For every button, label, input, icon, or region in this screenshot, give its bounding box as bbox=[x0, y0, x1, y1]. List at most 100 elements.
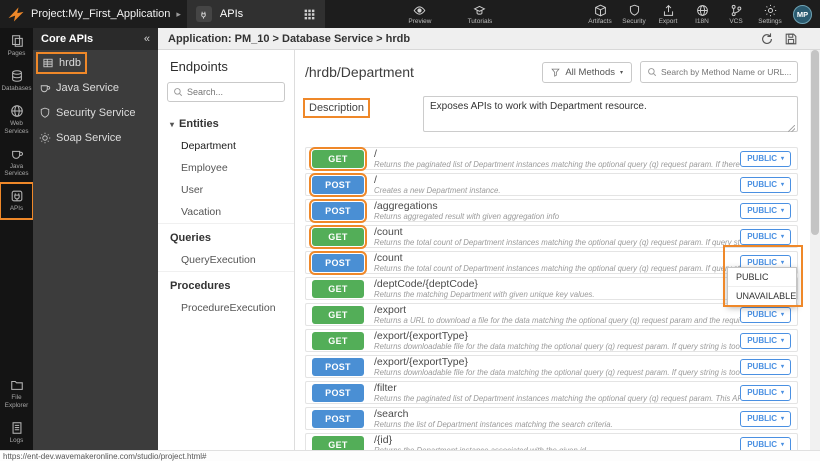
visibility-dropdown-button[interactable]: PUBLIC▾ bbox=[740, 203, 791, 219]
endpoints-search-input[interactable] bbox=[187, 87, 279, 97]
databases-icon bbox=[10, 69, 24, 83]
endpoint-item-user[interactable]: User bbox=[158, 179, 294, 201]
visibility-dropdown-button[interactable]: PUBLIC▾ bbox=[740, 437, 791, 451]
scrollbar-thumb[interactable] bbox=[811, 50, 819, 235]
visibility-dropdown-button[interactable]: PUBLIC▾ bbox=[740, 307, 791, 323]
rail-item-web-services[interactable]: Web Services bbox=[0, 98, 33, 140]
endpoint-item-queryexecution[interactable]: QueryExecution bbox=[158, 249, 294, 271]
visibility-dropdown-button[interactable]: PUBLIC ▾ bbox=[740, 177, 791, 193]
api-row[interactable]: GET /{id}Returns the Department instance… bbox=[305, 433, 798, 450]
rail-label: File Explorer bbox=[1, 394, 32, 408]
collapse-icon[interactable]: « bbox=[144, 33, 150, 45]
rail-item-databases[interactable]: Databases bbox=[0, 63, 33, 98]
api-row[interactable]: POST /Creates a new Department instance.… bbox=[305, 173, 798, 196]
visibility-option-unavailable[interactable]: UNAVAILABLE bbox=[728, 286, 796, 305]
rail-item-java-services[interactable]: Java Services bbox=[0, 141, 33, 183]
visibility-dropdown-button[interactable]: PUBLIC▾ bbox=[740, 229, 791, 245]
i18n-button[interactable]: I18N bbox=[685, 4, 719, 25]
sidebar-item-security-service[interactable]: Security Service bbox=[33, 100, 158, 125]
visibility-label: PUBLIC bbox=[747, 414, 777, 423]
endpoints-search[interactable] bbox=[167, 82, 285, 102]
methods-filter-dropdown[interactable]: All Methods ▾ bbox=[542, 62, 632, 83]
section-entities[interactable]: ▾ Entities bbox=[158, 110, 294, 135]
endpoint-description: Returns the matching Department with giv… bbox=[374, 290, 740, 299]
vcs-button[interactable]: VCS bbox=[719, 4, 753, 25]
api-row[interactable]: POST /export/{exportType}Returns downloa… bbox=[305, 355, 798, 378]
sidebar-item-java-service[interactable]: Java Service bbox=[33, 75, 158, 100]
api-row[interactable]: GET /export/{exportType}Returns download… bbox=[305, 329, 798, 352]
grid-icon[interactable] bbox=[303, 8, 316, 21]
workspace-tab-apis[interactable]: APIs bbox=[187, 0, 325, 28]
export-button[interactable]: Export bbox=[651, 4, 685, 25]
api-row[interactable]: POST /aggregationsReturns aggregated res… bbox=[305, 199, 798, 222]
endpoint-path: /count bbox=[374, 226, 740, 238]
method-search-input[interactable] bbox=[661, 67, 791, 77]
vertical-scrollbar[interactable] bbox=[810, 50, 820, 450]
rail-label: Java Services bbox=[1, 163, 32, 177]
endpoint-item-procedureexecution[interactable]: ProcedureExecution bbox=[158, 297, 294, 319]
export-icon bbox=[662, 4, 675, 17]
refresh-icon[interactable] bbox=[760, 32, 774, 46]
app-header-actions bbox=[760, 32, 810, 46]
method-badge-post: POST bbox=[312, 384, 364, 402]
visibility-label: PUBLIC bbox=[747, 180, 777, 189]
visibility-dropdown-button[interactable]: PUBLIC▾ bbox=[740, 333, 791, 349]
api-row[interactable]: GET /countReturns the total count of Dep… bbox=[305, 225, 798, 248]
api-row[interactable]: POST /countReturns the total count of De… bbox=[305, 251, 798, 274]
caret-down-icon: ▾ bbox=[781, 181, 784, 188]
endpoint-item-employee[interactable]: Employee bbox=[158, 157, 294, 179]
sidebar-item-hrdb[interactable]: hrdb bbox=[33, 50, 158, 75]
rail-label: Databases bbox=[1, 85, 31, 92]
method-search[interactable] bbox=[640, 61, 798, 83]
visibility-dropdown-button[interactable]: PUBLIC▾ bbox=[740, 359, 791, 375]
save-icon[interactable] bbox=[784, 32, 798, 46]
section-queries[interactable]: Queries bbox=[158, 223, 294, 249]
endpoint-item-department[interactable]: Department bbox=[158, 135, 294, 157]
endpoint-path: /count bbox=[374, 252, 740, 264]
api-row[interactable]: GET /Returns the paginated list of Depar… bbox=[305, 147, 798, 170]
endpoint-description: Returns a URL to download a file for the… bbox=[374, 316, 740, 325]
methods-filter-label: All Methods bbox=[565, 67, 615, 78]
api-row[interactable]: GET /exportReturns a URL to download a f… bbox=[305, 303, 798, 326]
rail-item-apis[interactable]: APIs bbox=[0, 183, 33, 218]
api-detail-panel: /hrdb/Department All Methods ▾ Descripti… bbox=[295, 50, 810, 450]
settings-button[interactable]: Settings bbox=[753, 4, 787, 25]
chevron-right-icon[interactable]: ▸ bbox=[176, 9, 181, 20]
method-badge-post: POST bbox=[312, 202, 364, 220]
rail-item-file-explorer[interactable]: File Explorer bbox=[0, 372, 33, 414]
sidebar-header: Core APIs « bbox=[33, 28, 158, 50]
endpoint-path: /export/{exportType} bbox=[374, 356, 740, 368]
section-procedures[interactable]: Procedures bbox=[158, 271, 294, 297]
sidebar-item-soap-service[interactable]: Soap Service bbox=[33, 125, 158, 150]
caret-down-icon: ▾ bbox=[781, 259, 784, 266]
description-textarea[interactable]: Exposes APIs to work with Department res… bbox=[423, 96, 798, 132]
user-avatar[interactable]: MP bbox=[793, 5, 812, 24]
description-row: Description Exposes APIs to work with De… bbox=[305, 96, 798, 137]
visibility-dropdown-button[interactable]: PUBLIC▾ bbox=[740, 385, 791, 401]
visibility-option-public[interactable]: PUBLIC bbox=[728, 268, 796, 286]
preview-button[interactable]: Preview bbox=[403, 4, 437, 25]
rail-item-logs[interactable]: Logs bbox=[0, 415, 33, 450]
endpoint-path: /export bbox=[374, 304, 740, 316]
artifacts-button[interactable]: Artifacts bbox=[583, 4, 617, 25]
visibility-dropdown-button[interactable]: PUBLIC▾ bbox=[740, 151, 791, 167]
api-row[interactable]: POST /searchReturns the list of Departme… bbox=[305, 407, 798, 430]
api-endpoint-list: GET /Returns the paginated list of Depar… bbox=[305, 147, 798, 450]
tutorials-button[interactable]: Tutorials bbox=[463, 4, 497, 25]
security-button[interactable]: Security bbox=[617, 4, 651, 25]
tutorials-label: Tutorials bbox=[468, 18, 493, 25]
api-detail-header: /hrdb/Department All Methods ▾ bbox=[305, 60, 798, 84]
apis-icon bbox=[10, 189, 24, 203]
sidebar-item-label: Security Service bbox=[56, 107, 135, 119]
visibility-label: PUBLIC bbox=[747, 206, 777, 215]
endpoints-title: Endpoints bbox=[158, 50, 294, 82]
section-label: Entities bbox=[179, 118, 219, 130]
api-row[interactable]: POST /filterReturns the paginated list o… bbox=[305, 381, 798, 404]
status-url: https://ent-dev.wavemakeronline.com/stud… bbox=[0, 452, 207, 461]
resize-handle[interactable] bbox=[788, 125, 795, 132]
api-row[interactable]: GET /deptCode/{deptCode}Returns the matc… bbox=[305, 277, 798, 300]
endpoint-item-vacation[interactable]: Vacation bbox=[158, 201, 294, 223]
visibility-dropdown-button[interactable]: PUBLIC▾ bbox=[740, 411, 791, 427]
rail-item-pages[interactable]: Pages bbox=[0, 28, 33, 63]
sidebar-item-label: Soap Service bbox=[56, 132, 121, 144]
